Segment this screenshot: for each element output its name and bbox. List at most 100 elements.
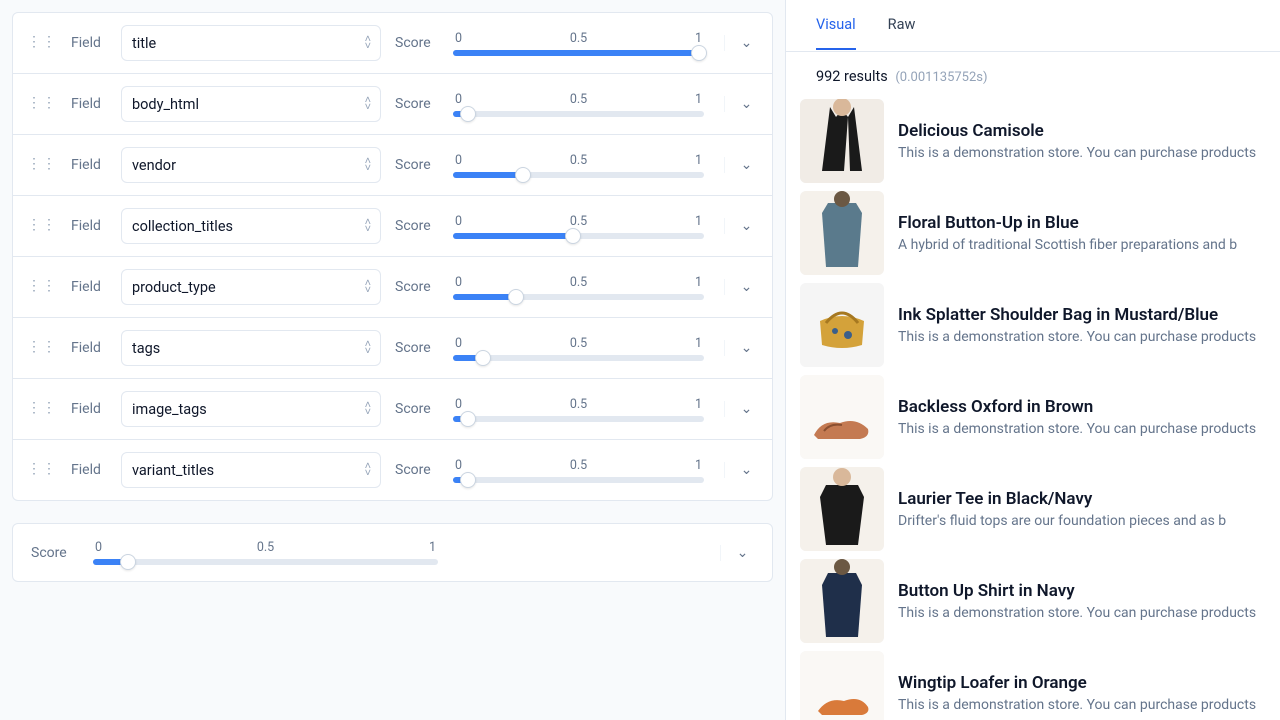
field-score-slider[interactable]: 0 0.5 1 — [453, 397, 704, 422]
field-row: ⋮⋮ Field title ˄˅ Score 0 0.5 1 ⌄ — [12, 12, 773, 74]
drag-handle-icon[interactable]: ⋮⋮ — [27, 282, 57, 292]
drag-handle-icon[interactable]: ⋮⋮ — [27, 343, 57, 353]
chevron-down-icon[interactable]: ⌄ — [741, 157, 753, 173]
field-select[interactable]: title — [121, 25, 381, 61]
overall-score-slider[interactable]: 0 0.5 1 — [93, 540, 438, 565]
result-thumbnail — [800, 283, 884, 367]
result-item[interactable]: Wingtip Loafer in Orange This is a demon… — [800, 651, 1266, 720]
result-item[interactable]: Button Up Shirt in Navy This is a demons… — [800, 559, 1266, 643]
score-label: Score — [395, 96, 439, 112]
drag-handle-icon[interactable]: ⋮⋮ — [27, 99, 57, 109]
score-label: Score — [395, 401, 439, 417]
drag-handle-icon[interactable]: ⋮⋮ — [27, 38, 57, 48]
tick-mid: 0.5 — [570, 397, 587, 412]
drag-handle-icon[interactable]: ⋮⋮ — [27, 465, 57, 475]
result-description: A hybrid of traditional Scottish fiber p… — [898, 237, 1266, 253]
field-row: ⋮⋮ Field image_tags ˄˅ Score 0 0.5 1 ⌄ — [12, 379, 773, 440]
chevron-down-icon[interactable]: ⌄ — [741, 279, 753, 295]
tick-min: 0 — [455, 92, 462, 107]
field-select[interactable]: image_tags — [121, 391, 381, 427]
tick-min: 0 — [455, 336, 462, 351]
result-description: This is a demonstration store. You can p… — [898, 421, 1266, 437]
score-label: Score — [395, 35, 439, 51]
field-score-slider[interactable]: 0 0.5 1 — [453, 336, 704, 361]
field-row: ⋮⋮ Field collection_titles ˄˅ Score 0 0.… — [12, 196, 773, 257]
result-title: Ink Splatter Shoulder Bag in Mustard/Blu… — [898, 305, 1266, 325]
tick-mid: 0.5 — [570, 275, 587, 290]
tick-mid: 0.5 — [570, 31, 587, 46]
fields-panel: ⋮⋮ Field title ˄˅ Score 0 0.5 1 ⌄ — [0, 0, 785, 720]
result-item[interactable]: Floral Button-Up in Blue A hybrid of tra… — [800, 191, 1266, 275]
tick-mid: 0.5 — [257, 540, 274, 555]
tick-max: 1 — [695, 153, 702, 168]
field-label: Field — [71, 462, 107, 478]
tick-max: 1 — [695, 458, 702, 473]
field-label: Field — [71, 96, 107, 112]
field-row: ⋮⋮ Field body_html ˄˅ Score 0 0.5 1 ⌄ — [12, 74, 773, 135]
results-panel: Visual Raw 992 results (0.001135752s) De… — [785, 0, 1280, 720]
result-description: Drifter's fluid tops are our foundation … — [898, 513, 1266, 529]
field-select[interactable]: body_html — [121, 86, 381, 122]
field-select[interactable]: variant_titles — [121, 452, 381, 488]
tick-max: 1 — [695, 214, 702, 229]
result-item[interactable]: Laurier Tee in Black/Navy Drifter's flui… — [800, 467, 1266, 551]
field-select[interactable]: tags — [121, 330, 381, 366]
chevron-down-icon[interactable]: ⌄ — [741, 462, 753, 478]
chevron-down-icon[interactable]: ⌄ — [741, 96, 753, 112]
score-label: Score — [395, 157, 439, 173]
tab-raw[interactable]: Raw — [888, 1, 916, 50]
chevron-down-icon[interactable]: ⌄ — [741, 401, 753, 417]
field-score-slider[interactable]: 0 0.5 1 — [453, 275, 704, 300]
result-thumbnail — [800, 559, 884, 643]
field-select[interactable]: vendor — [121, 147, 381, 183]
tick-min: 0 — [455, 214, 462, 229]
score-label: Score — [395, 218, 439, 234]
tick-min: 0 — [455, 275, 462, 290]
chevron-down-icon[interactable]: ⌄ — [741, 340, 753, 356]
field-row: ⋮⋮ Field vendor ˄˅ Score 0 0.5 1 ⌄ — [12, 135, 773, 196]
field-score-slider[interactable]: 0 0.5 1 — [453, 458, 704, 483]
tick-min: 0 — [95, 540, 102, 555]
result-item[interactable]: Ink Splatter Shoulder Bag in Mustard/Blu… — [800, 283, 1266, 367]
result-item[interactable]: Delicious Camisole This is a demonstrati… — [800, 99, 1266, 183]
result-thumbnail — [800, 99, 884, 183]
results-time: (0.001135752s) — [895, 70, 987, 85]
score-label: Score — [395, 279, 439, 295]
tick-mid: 0.5 — [570, 336, 587, 351]
result-thumbnail — [800, 191, 884, 275]
drag-handle-icon[interactable]: ⋮⋮ — [27, 160, 57, 170]
field-row: ⋮⋮ Field variant_titles ˄˅ Score 0 0.5 1 — [12, 440, 773, 501]
field-select[interactable]: product_type — [121, 269, 381, 305]
result-item[interactable]: Backless Oxford in Brown This is a demon… — [800, 375, 1266, 459]
field-label: Field — [71, 157, 107, 173]
drag-handle-icon[interactable]: ⋮⋮ — [27, 221, 57, 231]
tick-max: 1 — [695, 92, 702, 107]
result-description: This is a demonstration store. You can p… — [898, 145, 1266, 161]
field-select[interactable]: collection_titles — [121, 208, 381, 244]
chevron-down-icon[interactable]: ⌄ — [741, 35, 753, 51]
tick-max: 1 — [695, 31, 702, 46]
result-title: Wingtip Loafer in Orange — [898, 673, 1266, 693]
tick-mid: 0.5 — [570, 458, 587, 473]
field-score-slider[interactable]: 0 0.5 1 — [453, 31, 704, 56]
chevron-down-icon[interactable]: ⌄ — [737, 545, 749, 561]
field-list: ⋮⋮ Field title ˄˅ Score 0 0.5 1 ⌄ — [12, 12, 773, 501]
drag-handle-icon[interactable]: ⋮⋮ — [27, 404, 57, 414]
field-score-slider[interactable]: 0 0.5 1 — [453, 153, 704, 178]
tick-mid: 0.5 — [570, 153, 587, 168]
field-score-slider[interactable]: 0 0.5 1 — [453, 214, 704, 239]
field-label: Field — [71, 218, 107, 234]
field-row: ⋮⋮ Field tags ˄˅ Score 0 0.5 1 ⌄ — [12, 318, 773, 379]
tick-min: 0 — [455, 31, 462, 46]
chevron-down-icon[interactable]: ⌄ — [741, 218, 753, 234]
field-label: Field — [71, 401, 107, 417]
result-title: Button Up Shirt in Navy — [898, 581, 1266, 601]
score-label: Score — [31, 545, 75, 561]
result-thumbnail — [800, 375, 884, 459]
field-row: ⋮⋮ Field product_type ˄˅ Score 0 0.5 1 ⌄ — [12, 257, 773, 318]
tick-max: 1 — [695, 336, 702, 351]
overall-score-card: Score 0 0.5 1 ⌄ — [12, 523, 773, 582]
field-score-slider[interactable]: 0 0.5 1 — [453, 92, 704, 117]
tab-visual[interactable]: Visual — [816, 1, 856, 50]
tick-mid: 0.5 — [570, 214, 587, 229]
